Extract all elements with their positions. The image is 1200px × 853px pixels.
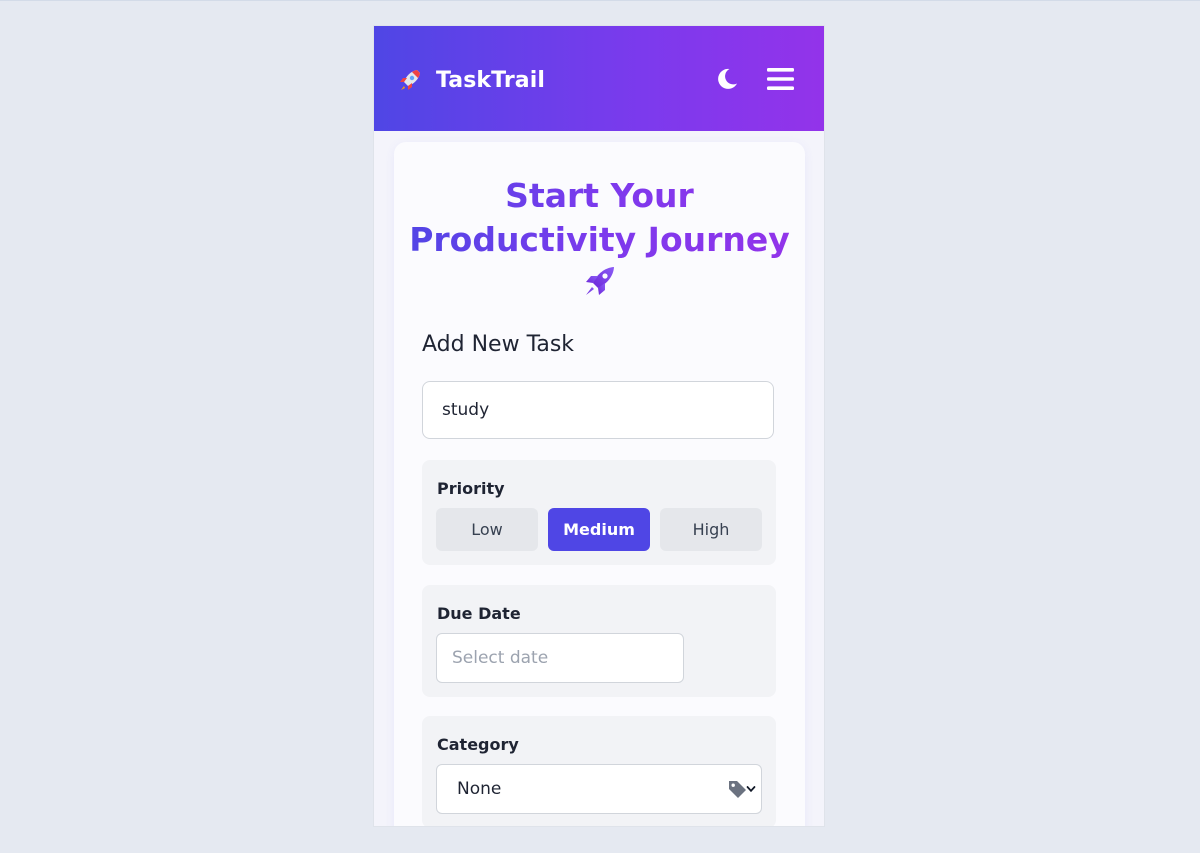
priority-label: Priority — [437, 479, 505, 498]
hamburger-menu-icon[interactable] — [766, 66, 796, 92]
app-viewport: TaskTrail Start Your Productivity Journe… — [374, 26, 824, 826]
priority-panel: Priority Low Medium High — [422, 460, 776, 565]
priority-medium-button[interactable]: Medium — [548, 508, 650, 551]
hero-title: Start Your Productivity Journey — [394, 174, 805, 262]
due-date-panel: Due Date — [422, 585, 776, 697]
chevron-down-icon — [746, 786, 756, 793]
brand[interactable]: TaskTrail — [396, 64, 545, 96]
tag-icon — [729, 781, 746, 798]
hero-title-line-2: Productivity Journey — [409, 220, 790, 259]
due-date-input[interactable] — [436, 633, 684, 683]
add-task-heading: Add New Task — [422, 332, 575, 357]
task-title-input[interactable] — [422, 381, 774, 439]
moon-icon[interactable] — [714, 66, 740, 92]
category-select[interactable]: None — [436, 764, 762, 814]
task-form-card: Start Your Productivity Journey Add New … — [394, 142, 805, 826]
priority-high-button[interactable]: High — [660, 508, 762, 551]
page-top-border — [0, 0, 1200, 1]
app-header: TaskTrail — [374, 26, 824, 131]
hero-title-line-1: Start Your — [505, 176, 694, 215]
rocket-icon — [400, 70, 420, 90]
category-selected-value: None — [457, 779, 502, 799]
app-name: TaskTrail — [436, 67, 546, 93]
category-label: Category — [437, 735, 519, 754]
priority-low-button[interactable]: Low — [436, 508, 538, 551]
rocket-icon — [586, 267, 614, 295]
due-date-label: Due Date — [437, 604, 521, 623]
category-panel: Category None — [422, 716, 776, 826]
